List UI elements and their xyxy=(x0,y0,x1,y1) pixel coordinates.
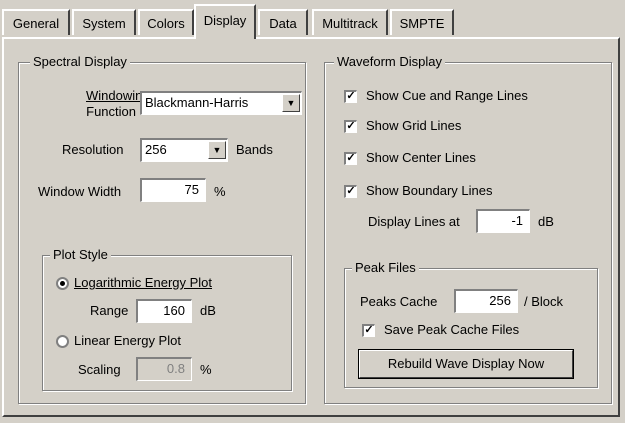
tab-data[interactable]: Data xyxy=(258,9,308,35)
display-lines-field[interactable]: -1 xyxy=(476,209,530,233)
windowing-function-label: Windowing Function xyxy=(86,88,150,119)
resolution-label: Resolution xyxy=(62,142,124,157)
resolution-value: 256 xyxy=(145,142,167,157)
windowing-function-select[interactable]: Blackmann-Harris ▼ xyxy=(140,91,302,115)
save-peak-cache-label[interactable]: Save Peak Cache Files xyxy=(384,322,519,337)
chevron-down-icon[interactable]: ▼ xyxy=(208,141,226,159)
tab-colors[interactable]: Colors xyxy=(138,9,194,35)
tab-strip: General System Colors Display Data Multi… xyxy=(0,0,625,40)
logarithmic-energy-plot-radio[interactable] xyxy=(56,277,69,290)
display-lines-label: Display Lines at xyxy=(368,214,460,229)
show-center-checkbox[interactable]: ✓ xyxy=(344,152,357,165)
rebuild-wave-display-button[interactable]: Rebuild Wave Display Now xyxy=(358,349,574,379)
window-width-unit: % xyxy=(214,184,226,199)
show-cue-checkbox[interactable]: ✓ xyxy=(344,90,357,103)
waveform-display-title: Waveform Display xyxy=(334,54,445,69)
plot-style-title: Plot Style xyxy=(50,247,111,262)
peaks-cache-unit: / Block xyxy=(524,294,564,309)
save-peak-cache-checkbox[interactable]: ✓ xyxy=(362,324,375,337)
peaks-cache-label: Peaks Cache xyxy=(360,294,438,309)
scaling-field[interactable]: 0.8 xyxy=(136,357,192,381)
range-field[interactable]: 160 xyxy=(136,299,192,323)
resolution-select[interactable]: 256 ▼ xyxy=(140,138,228,162)
tab-smpte[interactable]: SMPTE xyxy=(390,9,454,35)
show-boundary-checkbox[interactable]: ✓ xyxy=(344,185,357,198)
window-width-field[interactable]: 75 xyxy=(140,178,206,202)
scaling-label: Scaling xyxy=(78,362,121,377)
spectral-display-title: Spectral Display xyxy=(30,54,130,69)
show-grid-checkbox[interactable]: ✓ xyxy=(344,120,357,133)
scaling-unit: % xyxy=(200,362,212,377)
range-label: Range xyxy=(90,303,129,318)
windowing-function-value: Blackmann-Harris xyxy=(145,95,249,110)
range-unit: dB xyxy=(200,303,216,318)
display-lines-unit: dB xyxy=(538,214,554,229)
tab-system[interactable]: System xyxy=(72,9,136,35)
tab-multitrack[interactable]: Multitrack xyxy=(312,9,388,35)
show-boundary-label[interactable]: Show Boundary Lines xyxy=(366,183,492,198)
show-cue-label[interactable]: Show Cue and Range Lines xyxy=(366,88,528,103)
window-width-label: Window Width xyxy=(38,184,122,199)
tab-general[interactable]: General xyxy=(2,9,70,35)
logarithmic-energy-plot-label[interactable]: Logarithmic Energy Plot xyxy=(74,275,212,290)
linear-energy-plot-radio[interactable] xyxy=(56,335,69,348)
peaks-cache-field[interactable]: 256 xyxy=(454,289,518,313)
tab-display[interactable]: Display xyxy=(194,4,256,39)
bands-label: Bands xyxy=(236,142,273,157)
peak-files-title: Peak Files xyxy=(352,260,419,275)
chevron-down-icon[interactable]: ▼ xyxy=(282,94,300,112)
show-grid-label[interactable]: Show Grid Lines xyxy=(366,118,461,133)
linear-energy-plot-label[interactable]: Linear Energy Plot xyxy=(74,333,181,348)
show-center-label[interactable]: Show Center Lines xyxy=(366,150,476,165)
